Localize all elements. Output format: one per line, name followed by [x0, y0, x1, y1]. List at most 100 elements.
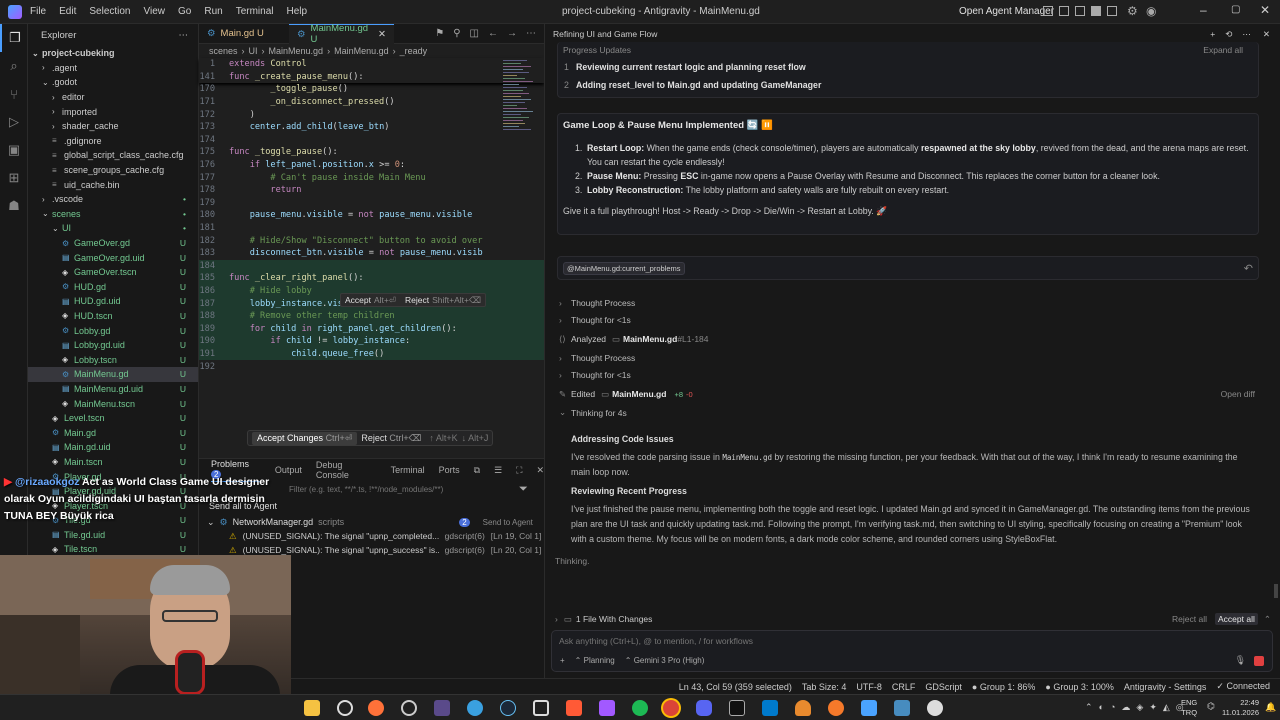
files-changed-label[interactable]: 1 File With Changes — [576, 614, 653, 624]
unity-icon[interactable] — [533, 700, 549, 716]
inline-reject-button[interactable]: Reject — [405, 295, 429, 305]
step-file[interactable]: MainMenu.gd — [612, 389, 666, 399]
source-control-icon[interactable]: ⑂ — [0, 80, 28, 108]
chat-input-box[interactable]: + ⌃ Planning ⌃ Gemini 3 Pro (High) 🎙 — [551, 630, 1273, 672]
tab-terminal[interactable]: Terminal — [391, 465, 425, 475]
code-line[interactable]: 188 # Remove other temp children — [199, 309, 544, 323]
code-line[interactable]: 190 if child != lobby_instance: — [199, 335, 544, 348]
progress-item[interactable]: 1 Reviewing current restart logic and pla… — [558, 58, 1258, 76]
code-line[interactable]: 191 child.queue_free() — [199, 347, 544, 361]
extensions-icon[interactable]: ⊞ — [0, 164, 28, 192]
chrome-icon[interactable] — [663, 700, 679, 716]
code-line[interactable]: 171 _on_disconnect_pressed() — [199, 96, 544, 109]
tree-file[interactable]: ▤ MainMenu.gd.uid U — [28, 382, 198, 397]
tree-file[interactable]: ≡ .gdignore — [28, 134, 198, 149]
more-actions-icon[interactable]: ⋯ — [526, 28, 536, 39]
breadcrumb-item[interactable]: MainMenu.gd — [334, 46, 389, 56]
remote-explorer-icon[interactable]: ▣ — [0, 136, 28, 164]
code-line[interactable]: 170 _toggle_pause() — [199, 83, 544, 96]
code-line[interactable]: 179 — [199, 197, 544, 210]
next-change-button[interactable]: ↓ Alt+J — [462, 433, 489, 443]
tab-ports[interactable]: Ports — [439, 465, 460, 475]
pin-icon[interactable]: ⚲ — [453, 28, 460, 39]
code-line[interactable]: 174 — [199, 134, 544, 147]
status-item[interactable]: ● Group 1: 86% — [972, 682, 1035, 692]
sticky-line[interactable]: 1 extends Control — [199, 58, 544, 71]
code-line[interactable]: 172 ) — [199, 108, 544, 121]
breadcrumb-item[interactable]: _ready — [400, 46, 428, 56]
model-dropdown[interactable]: ⌃ Gemini 3 Pro (High) — [625, 656, 705, 665]
code-line[interactable]: 182 # Hide/Show "Disconnect" button to a… — [199, 234, 544, 247]
status-item[interactable]: ✓ Connected — [1216, 681, 1270, 692]
breadcrumb-item[interactable]: UI — [249, 46, 258, 56]
agent-step[interactable]: ✎ Edited ▭ MainMenu.gd +8 -0 Open diff — [557, 384, 1263, 404]
tree-file[interactable]: ⚙ MainMenu.gd U — [28, 367, 198, 382]
menu-item-edit[interactable]: Edit — [59, 6, 76, 17]
stop-button[interactable] — [1254, 656, 1264, 666]
menu-item-run[interactable]: Run — [204, 6, 222, 17]
tree-folder[interactable]: ⌄ scenes • — [28, 207, 198, 222]
back-arrow-icon[interactable]: ← — [488, 28, 498, 39]
app-icon[interactable] — [401, 700, 417, 716]
problem-row[interactable]: ⚠ (UNUSED_SIGNAL): The signal "upnp_compl… — [199, 529, 544, 543]
notification-icon[interactable]: 🔔 — [1265, 702, 1276, 713]
explorer-files-icon[interactable]: ❐ — [0, 24, 28, 52]
tree-file[interactable]: ⚙ Lobby.gd U — [28, 323, 198, 338]
expand-all-button[interactable]: Expand all — [1203, 45, 1243, 55]
figma-icon[interactable] — [599, 700, 615, 716]
tree-folder[interactable]: › imported — [28, 104, 198, 119]
tree-file[interactable]: ⚙ HUD.gd U — [28, 280, 198, 295]
blender-icon[interactable] — [828, 700, 844, 716]
settings-gear-icon[interactable]: ⚙ — [1127, 4, 1138, 18]
prev-change-button[interactable]: ↑ Alt+K — [429, 433, 457, 443]
code-line[interactable]: 178 return — [199, 184, 544, 197]
godot-icon[interactable]: ☗ — [0, 192, 28, 220]
app-white-icon[interactable] — [927, 700, 943, 716]
tree-file[interactable]: ◈ HUD.tscn U — [28, 309, 198, 324]
discord-icon[interactable] — [696, 700, 712, 716]
vscode-icon[interactable] — [762, 700, 778, 716]
tree-file[interactable]: ≡ global_script_class_cache.cfg — [28, 148, 198, 163]
close-window-icon[interactable]: ✕ — [1260, 3, 1270, 17]
tab-debug-console[interactable]: Debug Console — [316, 460, 377, 480]
agent-toggle-icon[interactable] — [1091, 6, 1101, 16]
breadcrumb-item[interactable]: MainMenu.gd — [269, 46, 324, 56]
tree-file[interactable]: ◈ Lobby.tscn U — [28, 352, 198, 367]
tree-folder[interactable]: ⌄ .godot — [28, 75, 198, 90]
microphone-icon[interactable]: 🎙 — [1235, 655, 1246, 666]
terminal-icon[interactable] — [729, 700, 745, 716]
search-icon[interactable]: ⌕ — [0, 52, 28, 80]
status-item[interactable]: Antigravity - Settings — [1124, 682, 1207, 692]
step-file[interactable]: MainMenu.gd — [623, 334, 677, 344]
status-item[interactable]: GDScript — [925, 682, 962, 692]
accept-changes-button[interactable]: Accept Changes Ctrl+⏎ — [252, 431, 358, 445]
layout-icon[interactable] — [1043, 6, 1053, 16]
status-item[interactable]: CRLF — [892, 682, 916, 692]
code-line[interactable]: 176 if left_panel.position.x >= 0: — [199, 159, 544, 172]
more-actions-icon[interactable]: ⋯ — [179, 30, 189, 41]
firefox-icon[interactable] — [368, 700, 384, 716]
agent-step[interactable]: ⌄ Thinking for 4s — [557, 404, 1263, 422]
tree-file[interactable]: ◈ Level.tscn U — [28, 411, 198, 426]
code-line[interactable]: 180 pause_menu.visible = not pause_menu.… — [199, 209, 544, 222]
code-line[interactable]: 184 — [199, 259, 544, 273]
status-item[interactable]: Tab Size: 4 — [802, 682, 847, 692]
panel-toggle-icon[interactable] — [1075, 6, 1085, 16]
status-item[interactable]: UTF-8 — [856, 682, 882, 692]
menu-item-go[interactable]: Go — [178, 6, 191, 17]
clock[interactable]: 22:49 11.01.2026 — [1203, 698, 1259, 718]
close-tab-icon[interactable]: ✕ — [378, 29, 386, 40]
agent-step[interactable]: › Thought for <1s — [557, 367, 1263, 385]
minimize-icon[interactable]: – — [1200, 3, 1207, 17]
status-item[interactable]: Ln 43, Col 59 (359 selected) — [679, 682, 792, 692]
agent-scrollbar[interactable] — [1274, 584, 1278, 598]
close-panel-icon[interactable]: ✕ — [536, 465, 544, 476]
chevron-right-icon[interactable]: › — [555, 614, 558, 624]
tree-file[interactable]: ▤ GameOver.gd.uid U — [28, 250, 198, 265]
problems-filter-input[interactable] — [289, 484, 509, 494]
tree-file[interactable]: ◈ Main.tscn U — [28, 455, 198, 470]
tree-folder[interactable]: › editor — [28, 90, 198, 105]
new-chat-icon[interactable]: + — [1210, 29, 1215, 39]
agent-step[interactable]: › Thought Process — [557, 294, 1263, 312]
mention-chip[interactable]: @MainMenu.gd:current_problems — [563, 261, 685, 275]
